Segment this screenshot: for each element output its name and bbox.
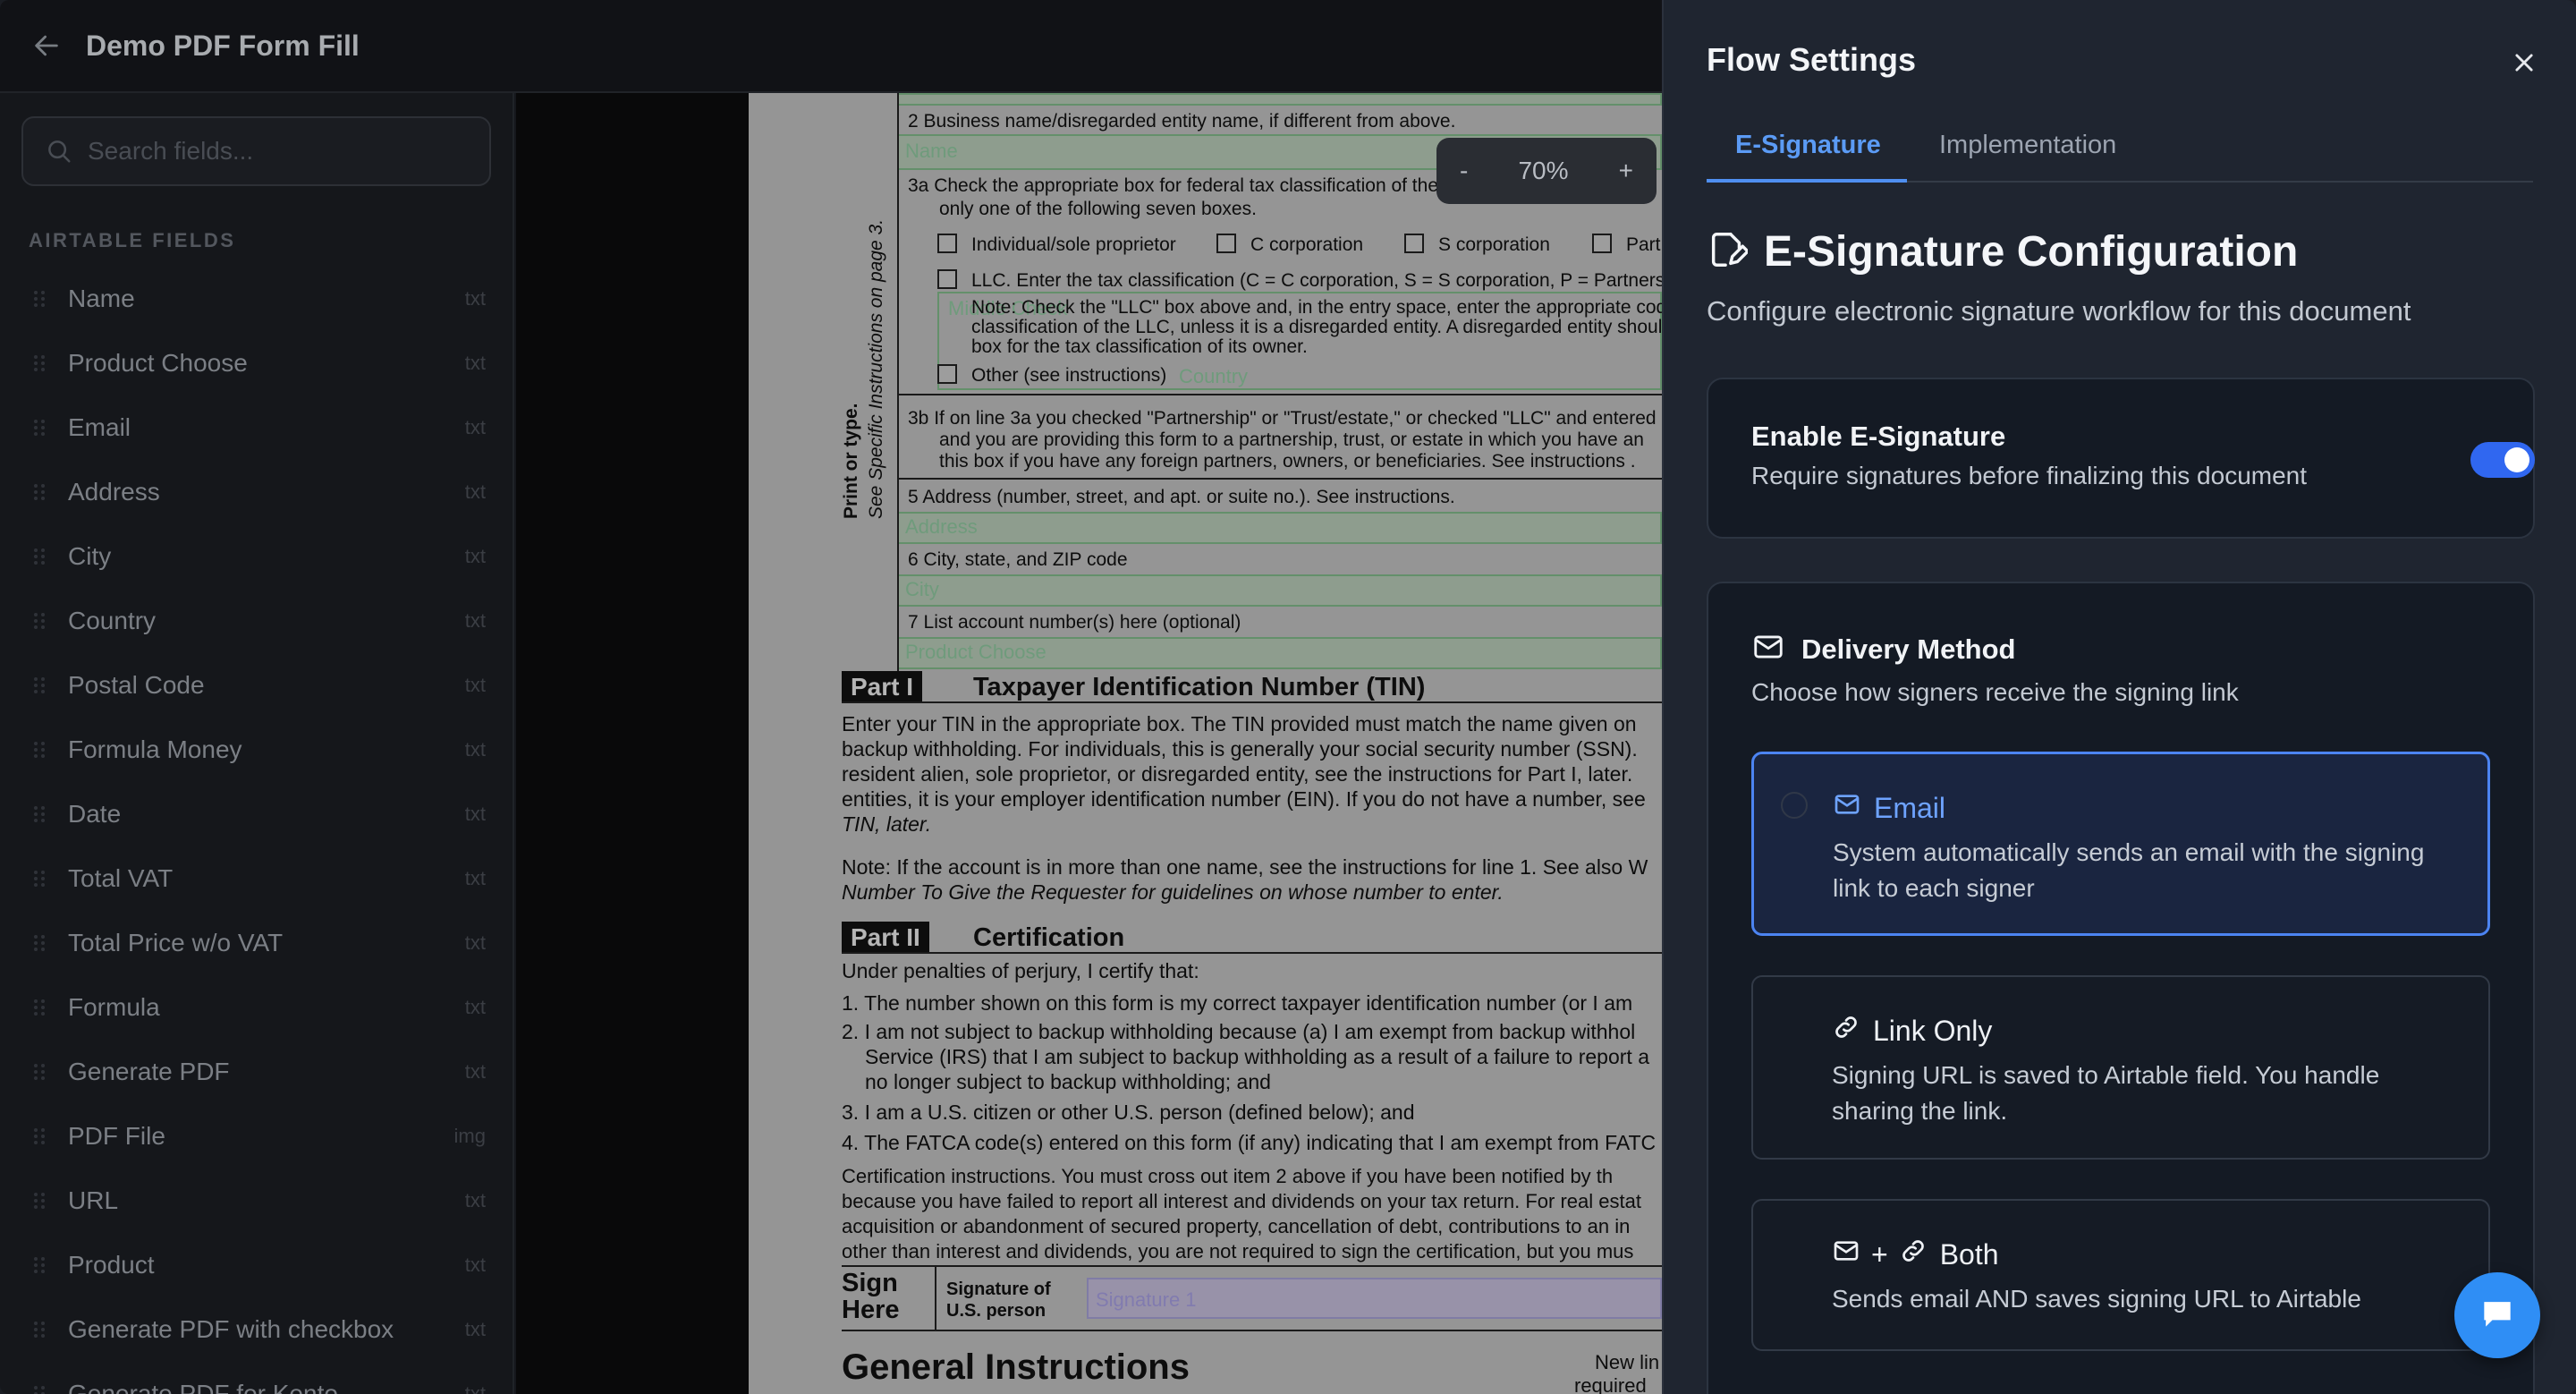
tab-indicator <box>1707 179 1907 183</box>
plus-sign: + <box>1871 1237 1888 1271</box>
enable-esignature-card: Enable E-Signature Require signatures be… <box>1707 378 2535 539</box>
panel-title: Flow Settings <box>1707 41 1916 78</box>
close-icon[interactable] <box>2508 47 2540 79</box>
option-desc: Sends email AND saves signing URL to Air… <box>1832 1285 2361 1313</box>
app-window: Demo PDF Form Fill AIRTABLE FIELDS Namet… <box>0 0 2576 1394</box>
toggle-knob <box>2504 447 2529 472</box>
delivery-option-email[interactable]: Email System automatically sends an emai… <box>1751 752 2490 936</box>
delivery-method-card: Delivery Method Choose how signers recei… <box>1707 582 2535 1394</box>
zoom-out-button[interactable]: - <box>1460 157 1468 185</box>
delivery-header: Delivery Method <box>1751 630 2015 668</box>
config-header: E-Signature Configuration <box>1707 227 2298 276</box>
flow-settings-panel: Flow Settings E-Signature Implementation… <box>1662 0 2576 1394</box>
option-header: Email <box>1833 790 1945 826</box>
tab-e-signature[interactable]: E-Signature <box>1735 131 1881 160</box>
enable-desc: Require signatures before finalizing thi… <box>1751 462 2308 489</box>
config-subtitle: Configure electronic signature workflow … <box>1707 295 2411 327</box>
tab-implementation[interactable]: Implementation <box>1939 131 2116 160</box>
panel-tabs: E-Signature Implementation <box>1707 116 2533 183</box>
config-title: E-Signature Configuration <box>1764 228 2299 276</box>
zoom-in-button[interactable]: + <box>1619 157 1633 185</box>
delivery-option-link-only[interactable]: Link Only Signing URL is saved to Airtab… <box>1751 975 2490 1160</box>
chat-button[interactable] <box>2454 1272 2540 1358</box>
chat-bubble-icon <box>2478 1294 2517 1338</box>
edit-document-icon <box>1707 229 1750 275</box>
delivery-desc: Choose how signers receive the signing l… <box>1751 678 2239 706</box>
zoom-control: - 70% + <box>1436 138 1657 204</box>
enable-title: Enable E-Signature <box>1751 421 2006 452</box>
option-title: Email <box>1874 791 1946 824</box>
modal-overlay[interactable] <box>0 0 1662 1394</box>
delivery-option-both[interactable]: + Both Sends email AND saves signing URL… <box>1751 1199 2490 1351</box>
enable-esignature-toggle[interactable] <box>2470 442 2535 478</box>
option-header: + Both <box>1832 1237 1999 1272</box>
delivery-title: Delivery Method <box>1801 633 2016 665</box>
mail-icon <box>1751 630 1785 668</box>
mail-icon <box>1833 790 1861 826</box>
radio-email[interactable] <box>1781 792 1808 819</box>
mail-icon <box>1832 1237 1860 1272</box>
option-header: Link Only <box>1832 1013 1992 1049</box>
option-desc: System automatically sends an email with… <box>1833 838 2425 902</box>
zoom-level: 70% <box>1518 157 1569 184</box>
option-title: Both <box>1939 1237 1999 1271</box>
link-icon <box>1832 1013 1860 1049</box>
option-desc: Signing URL is saved to Airtable field. … <box>1832 1061 2380 1125</box>
link-icon <box>1899 1237 1928 1272</box>
option-title: Link Only <box>1873 1014 1993 1047</box>
